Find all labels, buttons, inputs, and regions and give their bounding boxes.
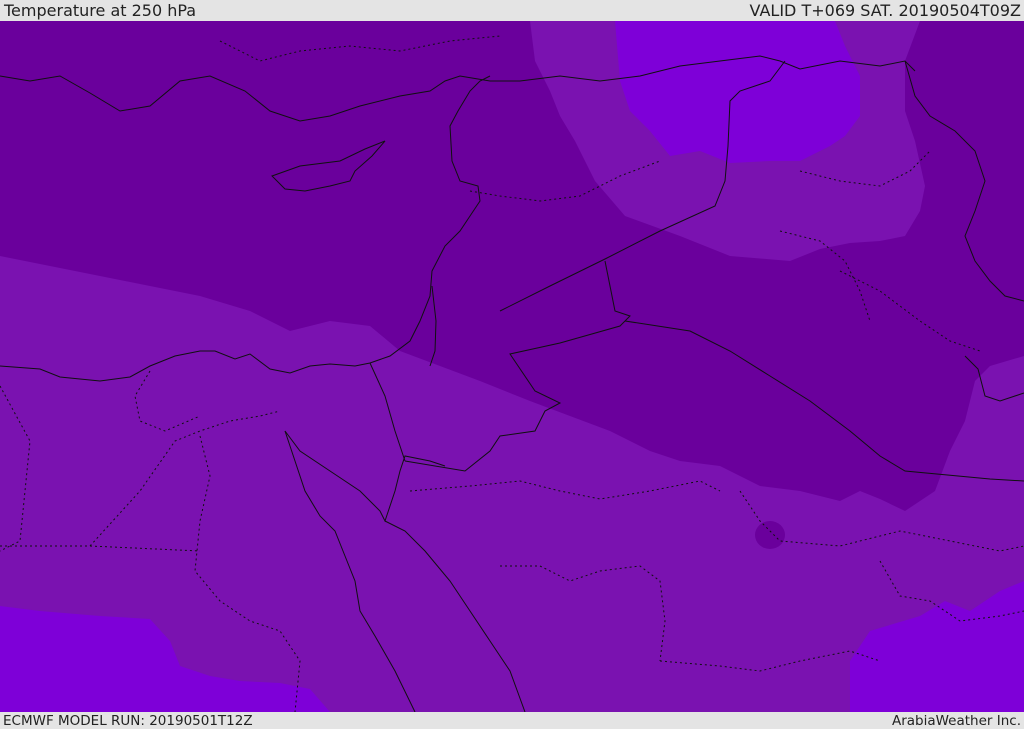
credit-label: ArabiaWeather Inc. — [891, 712, 1021, 729]
footer-bar: ECMWF MODEL RUN: 20190501T12Z ArabiaWeat… — [0, 712, 1024, 729]
model-run-label: ECMWF MODEL RUN: 20190501T12Z — [3, 712, 253, 729]
weather-map[interactable] — [0, 21, 1024, 712]
temp-field-cold-spot — [755, 521, 785, 549]
map-canvas — [0, 21, 1024, 712]
valid-time: VALID T+069 SAT. 20190504T09Z — [749, 1, 1021, 20]
map-title: Temperature at 250 hPa — [4, 1, 197, 20]
header-bar: Temperature at 250 hPa VALID T+069 SAT. … — [0, 0, 1024, 21]
